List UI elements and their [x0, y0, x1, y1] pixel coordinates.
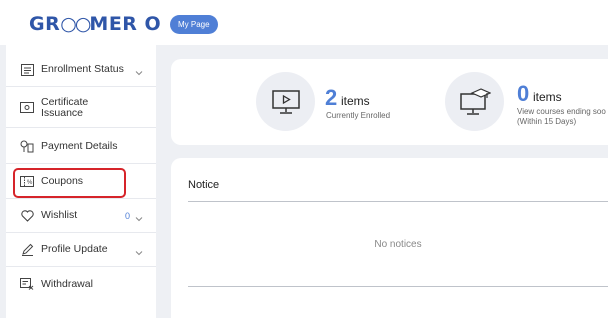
sidebar-item-label: Withdrawal [41, 277, 93, 290]
sidebar-item-label: Wishlist [41, 209, 78, 221]
enrolled-unit: items [341, 94, 370, 108]
monitor-icon [256, 72, 315, 131]
notice-title: Notice [188, 179, 220, 191]
certificate-icon [20, 100, 34, 114]
sidebar-item-withdrawal[interactable]: Withdrawal [6, 267, 156, 301]
notice-divider-top [188, 201, 608, 202]
ending-caption[interactable]: View courses ending soo [517, 107, 606, 117]
sidebar: Enrollment Status Certificate Issuance P… [6, 45, 156, 318]
sidebar-item-enrollment-status[interactable]: Enrollment Status [6, 53, 156, 87]
chevron-down-icon[interactable] [134, 245, 144, 255]
sidebar-item-label: Enrollment Status [41, 63, 124, 75]
notice-divider-bottom [188, 286, 608, 287]
pencil-icon [20, 243, 34, 257]
coupons-highlight-box [13, 168, 126, 198]
enrolled-caption: Currently Enrolled [326, 111, 391, 120]
enrolled-count: 2 [325, 85, 338, 110]
withdrawal-icon [20, 277, 34, 291]
heart-icon [20, 209, 34, 223]
sidebar-item-profile-update[interactable]: Profile Update [6, 233, 156, 267]
my-page-button[interactable]: My Page [170, 15, 218, 34]
ending-count: 0 [517, 81, 530, 106]
stats-card: 2 items Currently Enrolled 0 items View … [171, 59, 608, 145]
sidebar-item-payment-details[interactable]: Payment Details [6, 130, 156, 164]
wishlist-count: 0 [124, 210, 130, 221]
list-icon [20, 63, 34, 77]
ending-caption-window: (Within 15 Days) [517, 117, 577, 126]
chevron-down-icon[interactable] [134, 65, 144, 75]
notice-card: Notice No notices [171, 158, 608, 318]
notice-empty-message: No notices [374, 239, 422, 250]
groomero-logo[interactable]: GR○○MER O [29, 13, 161, 35]
sidebar-item-label: Certificate Issuance [41, 96, 89, 119]
payment-icon [20, 140, 34, 154]
ending-unit: items [533, 90, 562, 104]
graduation-monitor-icon [445, 72, 504, 131]
top-header: GR○○MER O My Page [0, 0, 608, 45]
sidebar-item-label: Profile Update [41, 243, 108, 255]
sidebar-item-certificate-issuance[interactable]: Certificate Issuance [6, 87, 156, 128]
chevron-down-icon[interactable] [134, 211, 144, 221]
sidebar-item-label: Payment Details [41, 140, 118, 152]
sidebar-item-wishlist[interactable]: Wishlist 0 [6, 199, 156, 233]
